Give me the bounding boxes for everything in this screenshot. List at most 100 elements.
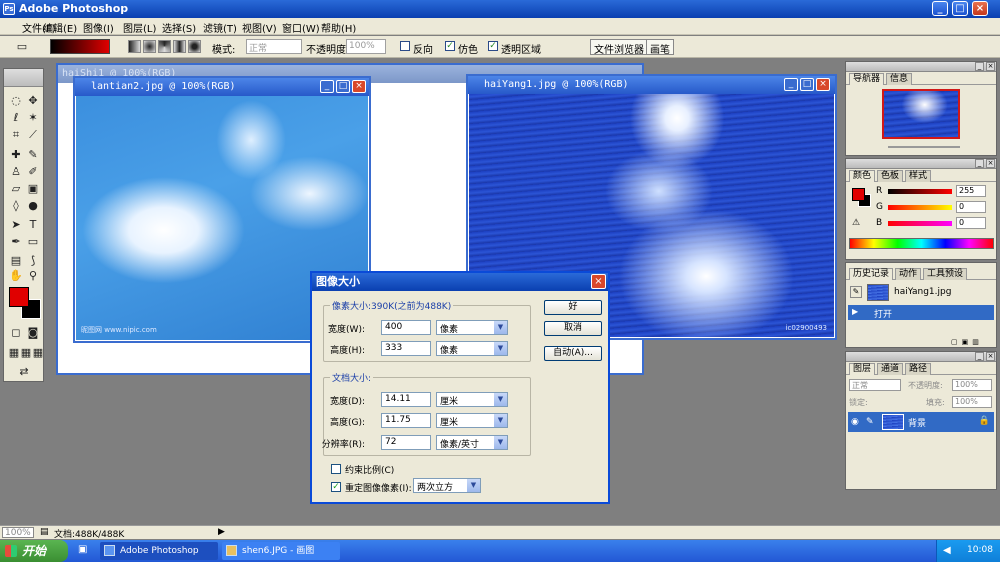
menu-image[interactable]: 图像(I) xyxy=(83,20,114,35)
layer-row-background[interactable]: ◉ ✎ 背景 🔒 xyxy=(848,412,994,432)
blur-tool-icon[interactable]: ◊ xyxy=(8,198,24,214)
panel-close-icon[interactable]: × xyxy=(986,159,995,168)
file-browser-well-tab[interactable]: 文件浏览器 xyxy=(590,39,648,56)
marquee-tool-icon[interactable]: ◌ xyxy=(8,93,24,109)
zoom-level[interactable]: 100% xyxy=(2,527,34,538)
menu-help[interactable]: 帮助(H) xyxy=(321,20,356,35)
menu-view[interactable]: 视图(V) xyxy=(242,20,277,35)
tab-styles[interactable]: 样式 xyxy=(905,170,932,182)
crop-tool-icon[interactable]: ⌗ xyxy=(8,127,24,143)
clone-stamp-tool-icon[interactable]: ♙ xyxy=(8,164,24,180)
pen-tool-icon[interactable]: ✒ xyxy=(8,234,24,250)
sky-maximize-button[interactable]: □ xyxy=(336,80,350,93)
eye-icon[interactable]: ◉ xyxy=(851,417,859,427)
minimize-button[interactable]: _ xyxy=(932,1,948,16)
pixel-height-input[interactable]: 333 xyxy=(381,341,431,356)
transparency-checkbox[interactable]: ✓ xyxy=(488,41,498,51)
hand-tool-icon[interactable]: ✋ xyxy=(8,268,24,284)
tab-layers[interactable]: 图层 xyxy=(849,363,876,375)
sea-minimize-button[interactable]: _ xyxy=(784,78,798,91)
move-tool-icon[interactable]: ✥ xyxy=(25,93,41,109)
quick-mask-mode-icon[interactable]: ◙ xyxy=(25,325,41,341)
close-button[interactable]: × xyxy=(972,1,988,16)
color-b-value[interactable]: 0 xyxy=(956,217,986,229)
slice-tool-icon[interactable]: ⟋ xyxy=(25,127,41,143)
type-tool-icon[interactable]: T xyxy=(25,217,41,233)
foreground-color-swatch[interactable] xyxy=(9,287,29,307)
auto-button[interactable]: 自动(A)... xyxy=(544,346,602,361)
path-selection-tool-icon[interactable]: ➤ xyxy=(8,217,24,233)
menu-layer[interactable]: 图层(L) xyxy=(123,20,156,35)
toolbox-header[interactable] xyxy=(4,69,43,87)
panel-minimize-icon[interactable]: _ xyxy=(975,352,984,361)
gradient-tool-preset-icon[interactable]: ▭ xyxy=(14,39,30,55)
sea-maximize-button[interactable]: □ xyxy=(800,78,814,91)
lasso-tool-icon[interactable]: ℓ xyxy=(8,110,24,126)
menu-edit[interactable]: 编辑(E) xyxy=(43,20,77,35)
out-of-gamut-warning-icon[interactable]: ⚠ xyxy=(852,218,862,228)
opacity-input[interactable]: 100% xyxy=(346,39,386,54)
doc-width-input[interactable]: 14.11 xyxy=(381,392,431,407)
gradient-swatch[interactable] xyxy=(50,39,110,54)
notes-tool-icon[interactable]: ▤ xyxy=(8,253,24,269)
panel-close-icon[interactable]: × xyxy=(986,352,995,361)
cancel-button[interactable]: 取消 xyxy=(544,321,602,336)
doc-width-unit-select[interactable]: 厘米 ▼ xyxy=(436,392,508,407)
color-fg-swatch[interactable] xyxy=(852,188,865,201)
tab-navigator[interactable]: 导航器 xyxy=(849,73,885,85)
tab-swatches[interactable]: 色板 xyxy=(877,170,904,182)
dither-checkbox[interactable]: ✓ xyxy=(445,41,455,51)
gradient-tool-icon[interactable]: ▣ xyxy=(25,181,41,197)
pixel-width-input[interactable]: 400 xyxy=(381,320,431,335)
panel-close-icon[interactable]: × xyxy=(986,62,995,71)
reverse-checkbox[interactable] xyxy=(400,41,410,51)
color-r-slider[interactable] xyxy=(888,189,952,194)
color-r-value[interactable]: 255 xyxy=(956,185,986,197)
start-button[interactable]: 开始 xyxy=(0,540,68,562)
shape-tool-icon[interactable]: ▭ xyxy=(25,234,41,250)
diamond-gradient-button[interactable] xyxy=(188,40,201,53)
fill-input[interactable]: 100% xyxy=(952,396,992,408)
mode-select[interactable]: 正常 xyxy=(246,39,302,54)
reflected-gradient-button[interactable] xyxy=(173,40,186,53)
panel-minimize-icon[interactable]: _ xyxy=(975,159,984,168)
taskbar-item-paint[interactable]: shen6.JPG - 画图 xyxy=(222,542,340,560)
history-snapshot[interactable]: ✎ haiYang1.jpg xyxy=(848,283,994,303)
angle-gradient-button[interactable] xyxy=(158,40,171,53)
dodge-tool-icon[interactable]: ● xyxy=(25,198,41,214)
brush-tool-icon[interactable]: ✎ xyxy=(25,147,41,163)
history-brush-source-icon[interactable]: ✎ xyxy=(850,286,862,298)
tab-history[interactable]: 历史记录 xyxy=(849,268,894,280)
sky-minimize-button[interactable]: _ xyxy=(320,80,334,93)
ok-button[interactable]: 好 xyxy=(544,300,602,315)
dialog-close-button[interactable]: × xyxy=(591,274,606,289)
doc-height-input[interactable]: 11.75 xyxy=(381,413,431,428)
zoom-slider[interactable] xyxy=(888,146,960,148)
constrain-proportions-checkbox[interactable] xyxy=(331,464,341,474)
standard-mode-icon[interactable]: ◻ xyxy=(8,325,24,341)
jump-to-imageready-icon[interactable]: ⇄ xyxy=(16,364,32,380)
sky-close-button[interactable]: × xyxy=(352,80,366,93)
doc-height-unit-select[interactable]: 厘米 ▼ xyxy=(436,413,508,428)
healing-brush-tool-icon[interactable]: ✚ xyxy=(8,147,24,163)
sea-close-button[interactable]: × xyxy=(816,78,830,91)
magic-wand-tool-icon[interactable]: ✶ xyxy=(25,110,41,126)
resample-checkbox[interactable]: ✓ xyxy=(331,482,341,492)
blend-mode-select[interactable]: 正常 xyxy=(849,379,901,391)
taskbar-item-photoshop[interactable]: Adobe Photoshop xyxy=(100,542,218,560)
linear-gradient-button[interactable] xyxy=(128,40,141,53)
resolution-input[interactable]: 72 xyxy=(381,435,431,450)
panel-minimize-icon[interactable]: _ xyxy=(975,62,984,71)
tab-paths[interactable]: 路径 xyxy=(905,363,932,375)
resample-method-select[interactable]: 两次立方 ▼ xyxy=(413,478,481,493)
color-ramp[interactable] xyxy=(849,238,994,249)
volume-icon[interactable]: ◀ xyxy=(943,545,951,556)
tab-channels[interactable]: 通道 xyxy=(877,363,904,375)
menu-filter[interactable]: 滤镜(T) xyxy=(203,20,237,35)
brushes-well-tab[interactable]: 画笔 xyxy=(646,39,674,56)
status-menu-arrow-icon[interactable]: ▶ xyxy=(218,527,225,537)
color-b-slider[interactable] xyxy=(888,221,952,226)
tab-actions[interactable]: 动作 xyxy=(895,268,922,280)
menu-select[interactable]: 选择(S) xyxy=(162,20,196,35)
pixel-height-unit-select[interactable]: 像素 ▼ xyxy=(436,341,508,356)
